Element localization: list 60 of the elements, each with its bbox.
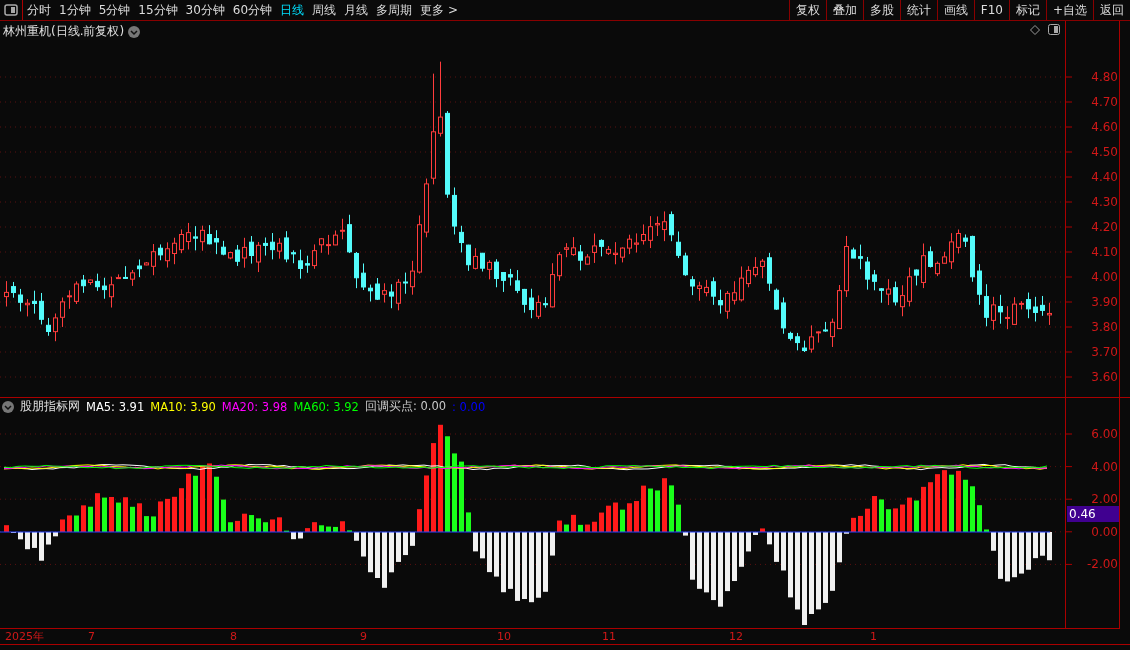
indicator-axis-label: 6.00 bbox=[1091, 427, 1118, 441]
stock-title: 林州重机(日线.前复权) bbox=[3, 23, 125, 40]
indicator-value: MA10: 3.90 bbox=[150, 399, 216, 414]
indicator-value: 回调买点: 0.00 bbox=[364, 399, 447, 414]
indicator-axis-label: 4.00 bbox=[1091, 459, 1118, 474]
indicator-value: MA20: 3.98 bbox=[221, 399, 288, 414]
date-label: 10 bbox=[497, 629, 511, 644]
period-tab[interactable]: 分时 bbox=[23, 0, 55, 20]
toolbar-button[interactable]: 标记 bbox=[1008, 0, 1046, 20]
indicator-axis-label: 2.00 bbox=[1091, 492, 1118, 507]
indicator-name: 股朋指标网 bbox=[20, 399, 80, 414]
period-tab[interactable]: 60分钟 bbox=[228, 0, 277, 20]
indicator-value: : 0.00 bbox=[452, 399, 486, 414]
chevron-down-icon[interactable] bbox=[128, 25, 141, 38]
date-label: 11 bbox=[602, 629, 616, 644]
price-label: 4.60 bbox=[1091, 120, 1118, 134]
price-label: 4.70 bbox=[1091, 95, 1118, 109]
period-tab[interactable]: 多周期 bbox=[372, 0, 417, 20]
price-label: 3.80 bbox=[1091, 320, 1118, 334]
price-label: 4.30 bbox=[1091, 195, 1118, 209]
indicator-axis-label: 0.00 bbox=[1091, 524, 1118, 539]
toolbar-button[interactable]: 复权 bbox=[788, 0, 826, 20]
date-label: 9 bbox=[360, 629, 367, 644]
price-label: 4.50 bbox=[1091, 145, 1118, 159]
period-tab[interactable]: 日线 bbox=[276, 0, 309, 20]
toolbar-button[interactable]: 叠加 bbox=[825, 0, 863, 20]
diamond-icon[interactable] bbox=[1030, 24, 1040, 35]
date-label: 2025年 bbox=[5, 629, 44, 644]
current-value-badge: 0.46 bbox=[1067, 506, 1119, 522]
date-label: 1 bbox=[870, 629, 877, 644]
more-button[interactable]: 更多 > bbox=[416, 0, 462, 20]
indicator-value: MA60: 3.92 bbox=[293, 399, 359, 414]
panel-icon bbox=[4, 4, 18, 16]
toolbar-button[interactable]: 返回 bbox=[1093, 0, 1130, 20]
panel-icon[interactable] bbox=[1048, 24, 1060, 35]
toolbar-button[interactable]: 多股 bbox=[862, 0, 900, 20]
toolbar-button[interactable]: 统计 bbox=[899, 0, 937, 20]
chevron-down-icon[interactable] bbox=[2, 400, 14, 413]
toolbar-button[interactable]: F10 bbox=[973, 0, 1009, 20]
toolbar-button[interactable]: +自选 bbox=[1045, 0, 1093, 20]
price-label: 4.20 bbox=[1091, 220, 1118, 234]
price-label: 3.90 bbox=[1091, 295, 1118, 309]
period-tab[interactable]: 1分钟 bbox=[55, 0, 95, 20]
indicator-axis-label: -2.00 bbox=[1086, 557, 1118, 572]
date-label: 8 bbox=[230, 629, 237, 644]
period-tab[interactable]: 周线 bbox=[308, 0, 341, 20]
period-tab[interactable]: 30分钟 bbox=[181, 0, 229, 20]
period-tab[interactable]: 5分钟 bbox=[94, 0, 135, 20]
price-label: 4.40 bbox=[1091, 170, 1118, 184]
price-label: 4.10 bbox=[1091, 245, 1118, 259]
price-label: 4.80 bbox=[1091, 70, 1118, 84]
price-label: 3.70 bbox=[1091, 345, 1118, 359]
period-tab[interactable]: 月线 bbox=[340, 0, 373, 20]
toolbar-button[interactable]: 画线 bbox=[936, 0, 974, 20]
price-label: 4.00 bbox=[1091, 270, 1118, 284]
indicator-value: MA5: 3.91 bbox=[86, 399, 145, 414]
price-label: 3.60 bbox=[1091, 370, 1118, 384]
date-label: 12 bbox=[729, 629, 743, 644]
date-label: 7 bbox=[88, 629, 95, 644]
period-tab[interactable]: 15分钟 bbox=[134, 0, 182, 20]
